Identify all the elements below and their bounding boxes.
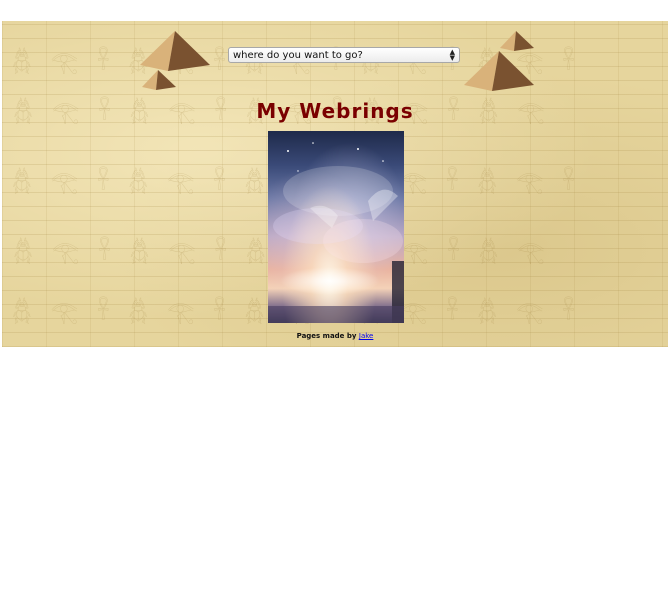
page-title: My Webrings	[256, 99, 414, 123]
navigation-select[interactable]: where do you want to go? ▲ ▼	[228, 47, 460, 63]
hero-image	[268, 131, 404, 323]
footer-credit: Pages made by Jake	[2, 332, 668, 340]
angel-sky-image	[268, 142, 404, 323]
pyramid-icon	[142, 70, 176, 90]
navigation-select-value: where do you want to go?	[233, 49, 363, 61]
author-link[interactable]: Jake	[359, 332, 373, 340]
footer-prefix: Pages made by	[296, 332, 357, 340]
page-background: 𓆣 𓂀 𓋹 𓆣 𓂀 𓋹 𓆣 𓂀 𓋹 𓆣 𓂀 𓋹 𓆣 𓂀 𓋹 𓋹 𓆣 𓂀 𓋹 𓆣 …	[2, 21, 668, 347]
pyramid-icon	[140, 31, 210, 71]
pyramid-icon	[500, 31, 534, 51]
select-arrows-icon: ▲ ▼	[449, 48, 455, 62]
pyramid-icon	[464, 51, 534, 91]
